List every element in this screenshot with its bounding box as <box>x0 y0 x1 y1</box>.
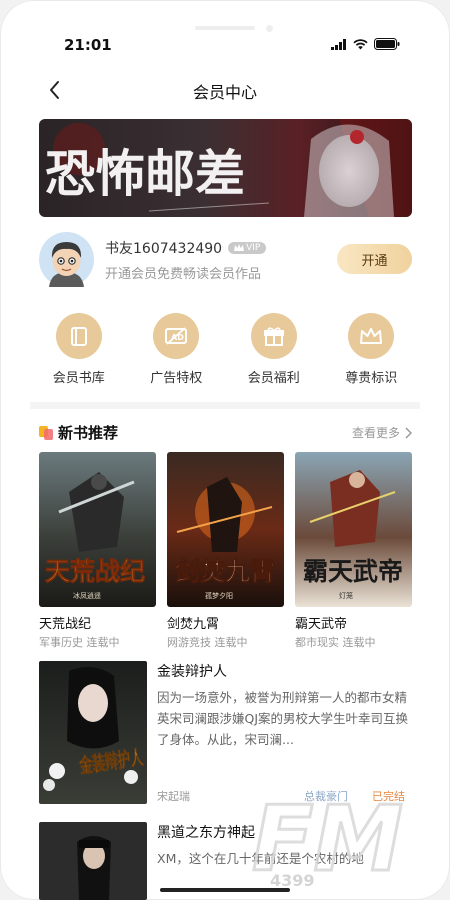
book-status-tag: 已完结 <box>372 790 405 803</box>
banner-art: 恐怖邮差 <box>39 119 412 217</box>
book-description: XM，这个在几十年前还是个农村的地 <box>157 851 364 866</box>
book-title: 天荒战纪 <box>39 617 92 632</box>
vip-badge: VIP <box>228 242 267 254</box>
book-meta: 都市现实 连载中 <box>295 636 376 649</box>
feature-library[interactable]: 会员书库 <box>30 313 128 393</box>
wifi-icon <box>353 38 368 49</box>
banner-headline: 恐怖邮差 <box>45 144 245 203</box>
book-cover-author: 灯笼 <box>339 591 353 600</box>
book-title: 霸天武帝 <box>295 617 348 632</box>
open-vip-button[interactable]: 开通 <box>337 244 412 274</box>
section-divider <box>30 402 420 409</box>
feature-grid: 会员书库 AD 广告特权 会员福利 尊贵标识 <box>30 313 420 393</box>
phone-screen: 21:01 会员中心 恐怖邮差 书友1607432490 VIP 开通会员免费畅… <box>0 0 450 900</box>
book-cover-title: 剑焚九霄 <box>175 557 275 586</box>
status-time: 21:01 <box>64 36 112 54</box>
crown-small-icon <box>234 244 245 251</box>
book-cover: 天荒战纪 冰凤逍遥 <box>39 452 156 607</box>
book-card[interactable]: 天荒战纪 冰凤逍遥 天荒战纪 军事历史 连载中 <box>39 452 156 650</box>
book-card[interactable]: 霸天武帝 灯笼 霸天武帝 都市现实 连载中 <box>295 452 412 650</box>
feature-icon-circle <box>250 313 297 359</box>
feature-ad-privilege[interactable]: AD 广告特权 <box>128 313 226 393</box>
book-cover: 剑焚九霄 孤梦夕阳 <box>167 452 284 607</box>
camera-dot <box>266 25 273 32</box>
book-title: 剑焚九霄 <box>167 617 220 632</box>
nav-header: 会员中心 <box>0 70 450 110</box>
status-icons <box>331 38 400 50</box>
avatar-image <box>39 232 94 287</box>
vip-badge-label: VIP <box>246 243 261 253</box>
book-icon <box>70 327 87 346</box>
book-list-item[interactable]: 金装辩护人 金装辩护人 因为一场意外，被誉为刑辩第一人的都市女精英宋司澜跟涉嫌Q… <box>39 661 412 806</box>
section-title: 新书推荐 <box>58 424 119 442</box>
book-cover: 霸天武帝 灯笼 <box>295 452 412 607</box>
page-title: 会员中心 <box>192 83 257 102</box>
speaker-grille <box>195 26 255 30</box>
ad-icon: AD <box>165 327 188 345</box>
feature-badge[interactable]: 尊贵标识 <box>323 313 421 393</box>
book-author: 宋起瑞 <box>157 790 190 803</box>
feature-label: 广告特权 <box>150 371 203 386</box>
book-title: 金装辩护人 <box>157 664 227 680</box>
book-cover: 金装辩护人 <box>39 661 147 804</box>
book-card[interactable]: 剑焚九霄 孤梦夕阳 剑焚九霄 网游竞技 连载中 <box>167 452 284 650</box>
battery-icon <box>374 38 400 50</box>
user-name: 书友1607432490 <box>105 241 223 257</box>
book-cover-author: 孤梦夕阳 <box>205 591 233 600</box>
see-more-link[interactable]: 查看更多 <box>352 424 412 441</box>
user-subtitle: 开通会员免费畅读会员作品 <box>105 267 262 282</box>
feature-icon-circle: AD <box>153 313 200 359</box>
avatar[interactable] <box>39 232 94 287</box>
feature-icon-circle <box>348 313 395 359</box>
home-indicator <box>160 888 290 892</box>
book-cover-author: 冰凤逍遥 <box>73 591 101 600</box>
book-cover-title: 天荒战纪 <box>45 557 145 586</box>
crown-icon <box>360 328 383 344</box>
book-meta: 网游竞技 连载中 <box>167 636 248 649</box>
see-more-label: 查看更多 <box>351 426 400 440</box>
feature-label: 会员书库 <box>52 371 105 386</box>
book-title: 黑道之东方神起 <box>157 825 255 841</box>
chevron-right-icon <box>405 426 412 439</box>
promo-banner[interactable]: 恐怖邮差 <box>39 119 412 217</box>
book-description: 因为一场意外，被誉为刑辩第一人的都市女精英宋司澜跟涉嫌QJ案的男校大学生叶幸司互… <box>157 690 409 747</box>
feature-label: 会员福利 <box>247 371 300 386</box>
feature-icon-circle <box>55 313 102 359</box>
section-header: 新书推荐 查看更多 <box>39 422 412 444</box>
book-meta: 军事历史 连载中 <box>39 636 120 649</box>
book-cover-title: 霸天武帝 <box>303 557 403 586</box>
user-name-row: 书友1607432490 VIP <box>105 238 267 258</box>
section-mark-icon <box>39 426 53 440</box>
book-cover <box>39 822 147 900</box>
gift-icon <box>263 327 284 346</box>
status-bar: 21:01 <box>0 0 450 70</box>
feature-label: 尊贵标识 <box>345 371 398 386</box>
book-category-tag: 总裁豪门 <box>304 790 348 803</box>
signal-icon <box>331 38 346 50</box>
feature-benefits[interactable]: 会员福利 <box>225 313 323 393</box>
user-card: 书友1607432490 VIP 开通会员免费畅读会员作品 开通 <box>39 232 412 292</box>
